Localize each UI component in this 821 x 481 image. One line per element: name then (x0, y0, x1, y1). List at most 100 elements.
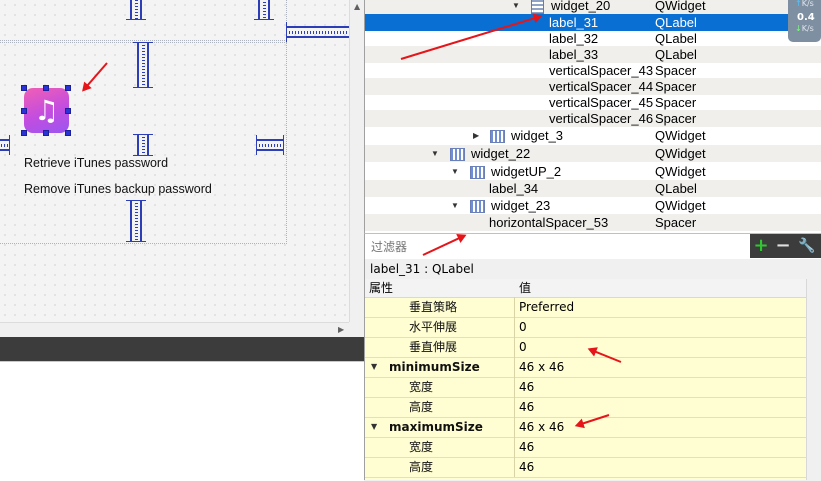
tree-item-name: widgetUP_2 (491, 164, 562, 179)
tree-item-name: widget_20 (551, 0, 611, 13)
column-divider (514, 377, 515, 397)
property-value[interactable]: 46 x 46 (519, 357, 564, 377)
scroll-right-arrow[interactable]: ▶ (338, 325, 344, 334)
tree-row-widget-20[interactable]: ▼ widget_20 QWidget (365, 0, 821, 14)
selection-handle[interactable] (65, 108, 71, 114)
tree-item-name: verticalSpacer_44 (549, 79, 654, 94)
selection-handle[interactable] (65, 85, 71, 91)
value-column-header[interactable]: 值 (519, 279, 531, 297)
property-name: 水平伸展 (409, 320, 458, 334)
download-speed-label: ↓K/s (795, 24, 814, 33)
column-divider (514, 397, 515, 417)
property-row[interactable]: 宽度 46 (365, 377, 806, 398)
upload-arrow-icon: ↑ (795, 0, 802, 8)
object-inspector-tree[interactable]: ▼ widget_20 QWidget label_31 QLabel labe… (364, 0, 821, 233)
selection-handle[interactable] (21, 85, 27, 91)
property-group-row[interactable]: ▼ maximumSize 46 x 46 (365, 414, 806, 438)
lower-panel (0, 361, 364, 481)
tree-row-widget-3[interactable]: ▶ widget_3 QWidget (365, 127, 821, 144)
tree-item-name: widget_23 (491, 198, 551, 213)
tree-item-name: widget_3 (511, 128, 564, 143)
property-value[interactable]: 46 (519, 437, 534, 457)
property-row[interactable]: 高度 46 (365, 457, 806, 478)
selection-handle[interactable] (43, 130, 49, 136)
tree-item-name: label_34 (489, 181, 539, 196)
retrieve-password-label[interactable]: Retrieve iTunes password (24, 156, 168, 170)
collapse-arrow-icon[interactable]: ▼ (451, 163, 459, 180)
form-designer-canvas[interactable]: ♫ Retrieve iTunes password Remove iTunes… (0, 0, 349, 322)
tree-row-widget-22[interactable]: ▼ widget_22 QWidget (365, 145, 821, 162)
property-value[interactable]: 46 (519, 457, 534, 477)
selection-handle[interactable] (43, 85, 49, 91)
property-name: 垂直伸展 (409, 340, 458, 354)
tree-row-vertical-spacer-43[interactable]: verticalSpacer_43 Spacer (365, 62, 821, 79)
tree-item-name: verticalSpacer_46 (549, 111, 654, 126)
property-value[interactable]: 46 (519, 377, 534, 397)
property-name: 高度 (409, 400, 434, 414)
tree-item-name: label_31 (549, 15, 599, 30)
collapse-arrow-icon[interactable]: ▼ (451, 197, 459, 214)
expand-arrow-icon[interactable]: ▶ (473, 127, 479, 144)
property-row[interactable]: 水平伸展 0 (365, 317, 806, 338)
tree-row-horizontal-spacer-53[interactable]: horizontalSpacer_53 Spacer (365, 214, 821, 231)
property-row[interactable]: 高度 46 (365, 397, 806, 418)
collapse-arrow-icon[interactable]: ▼ (431, 145, 439, 162)
tree-item-type: Spacer (655, 63, 697, 78)
widget-layout-icon (470, 200, 485, 213)
layout-frame-top (0, 0, 287, 43)
property-group-row[interactable]: ▼ minimumSize 46 x 46 (365, 348, 806, 378)
property-value[interactable]: 46 (519, 397, 534, 417)
music-app-icon[interactable]: ♫ (24, 88, 69, 133)
remove-property-icon[interactable]: − (772, 234, 794, 258)
selection-handle[interactable] (65, 130, 71, 136)
collapse-arrow-icon[interactable]: ▼ (371, 417, 377, 437)
tree-item-name: verticalSpacer_45 (549, 95, 654, 110)
collapse-arrow-icon[interactable]: ▼ (371, 357, 377, 377)
canvas-vertical-scrollbar[interactable]: ▲ (349, 0, 365, 322)
selection-handle[interactable] (21, 108, 27, 114)
collapse-arrow-icon[interactable]: ▼ (512, 0, 520, 14)
horizontal-spacer[interactable] (256, 135, 284, 155)
column-divider (514, 357, 515, 377)
property-value[interactable]: 0 (519, 317, 527, 337)
vertical-spacer[interactable] (126, 200, 146, 242)
tree-row-widget-up-2[interactable]: ▼ widgetUP_2 QWidget (365, 163, 821, 180)
add-property-icon[interactable]: + (750, 234, 772, 258)
remove-backup-password-label[interactable]: Remove iTunes backup password (24, 182, 212, 196)
property-name: maximumSize (389, 420, 483, 434)
property-editor[interactable]: 属性 值 垂直策略 Preferred 水平伸展 0 垂直伸展 0 ▼ mini… (364, 279, 821, 480)
tree-item-name: verticalSpacer_43 (549, 63, 654, 78)
tree-row-label-31[interactable]: label_31 QLabel (365, 14, 821, 31)
property-row[interactable]: 垂直伸展 0 (365, 337, 806, 358)
wrench-icon[interactable]: 🔧 (796, 234, 818, 258)
vertical-spacer[interactable] (126, 0, 146, 20)
canvas-horizontal-scrollbar[interactable]: ▶ (0, 322, 349, 338)
horizontal-spacer[interactable] (286, 22, 349, 42)
vertical-spacer[interactable] (254, 0, 274, 20)
property-value[interactable]: Preferred (519, 297, 574, 317)
tree-row-label-34[interactable]: label_34 QLabel (365, 180, 821, 197)
tree-row-widget-23[interactable]: ▼ widget_23 QWidget (365, 197, 821, 214)
property-name: minimumSize (389, 360, 480, 374)
column-divider (514, 337, 515, 357)
column-divider (514, 317, 515, 337)
tree-row-vertical-spacer-45[interactable]: verticalSpacer_45 Spacer (365, 94, 821, 111)
tree-row-label-32[interactable]: label_32 QLabel (365, 30, 821, 47)
property-value[interactable]: 0 (519, 337, 527, 357)
column-divider (514, 417, 515, 437)
tree-row-vertical-spacer-44[interactable]: verticalSpacer_44 Spacer (365, 78, 821, 95)
property-row[interactable]: 宽度 46 (365, 437, 806, 458)
tree-row-vertical-spacer-46[interactable]: verticalSpacer_46 Spacer (365, 110, 821, 127)
vertical-spacer[interactable] (133, 134, 153, 156)
horizontal-spacer[interactable] (0, 135, 10, 155)
tree-item-type: Spacer (655, 95, 697, 110)
property-row[interactable]: 垂直策略 Preferred (365, 297, 806, 318)
tree-item-name: widget_22 (471, 146, 531, 161)
column-divider (514, 457, 515, 477)
property-column-header[interactable]: 属性 (369, 279, 393, 297)
selection-handle[interactable] (21, 130, 27, 136)
property-value[interactable]: 46 x 46 (519, 417, 564, 437)
property-editor-scrollbar[interactable] (806, 279, 821, 480)
vertical-spacer[interactable] (133, 42, 153, 88)
scroll-up-arrow[interactable]: ▲ (354, 2, 360, 11)
